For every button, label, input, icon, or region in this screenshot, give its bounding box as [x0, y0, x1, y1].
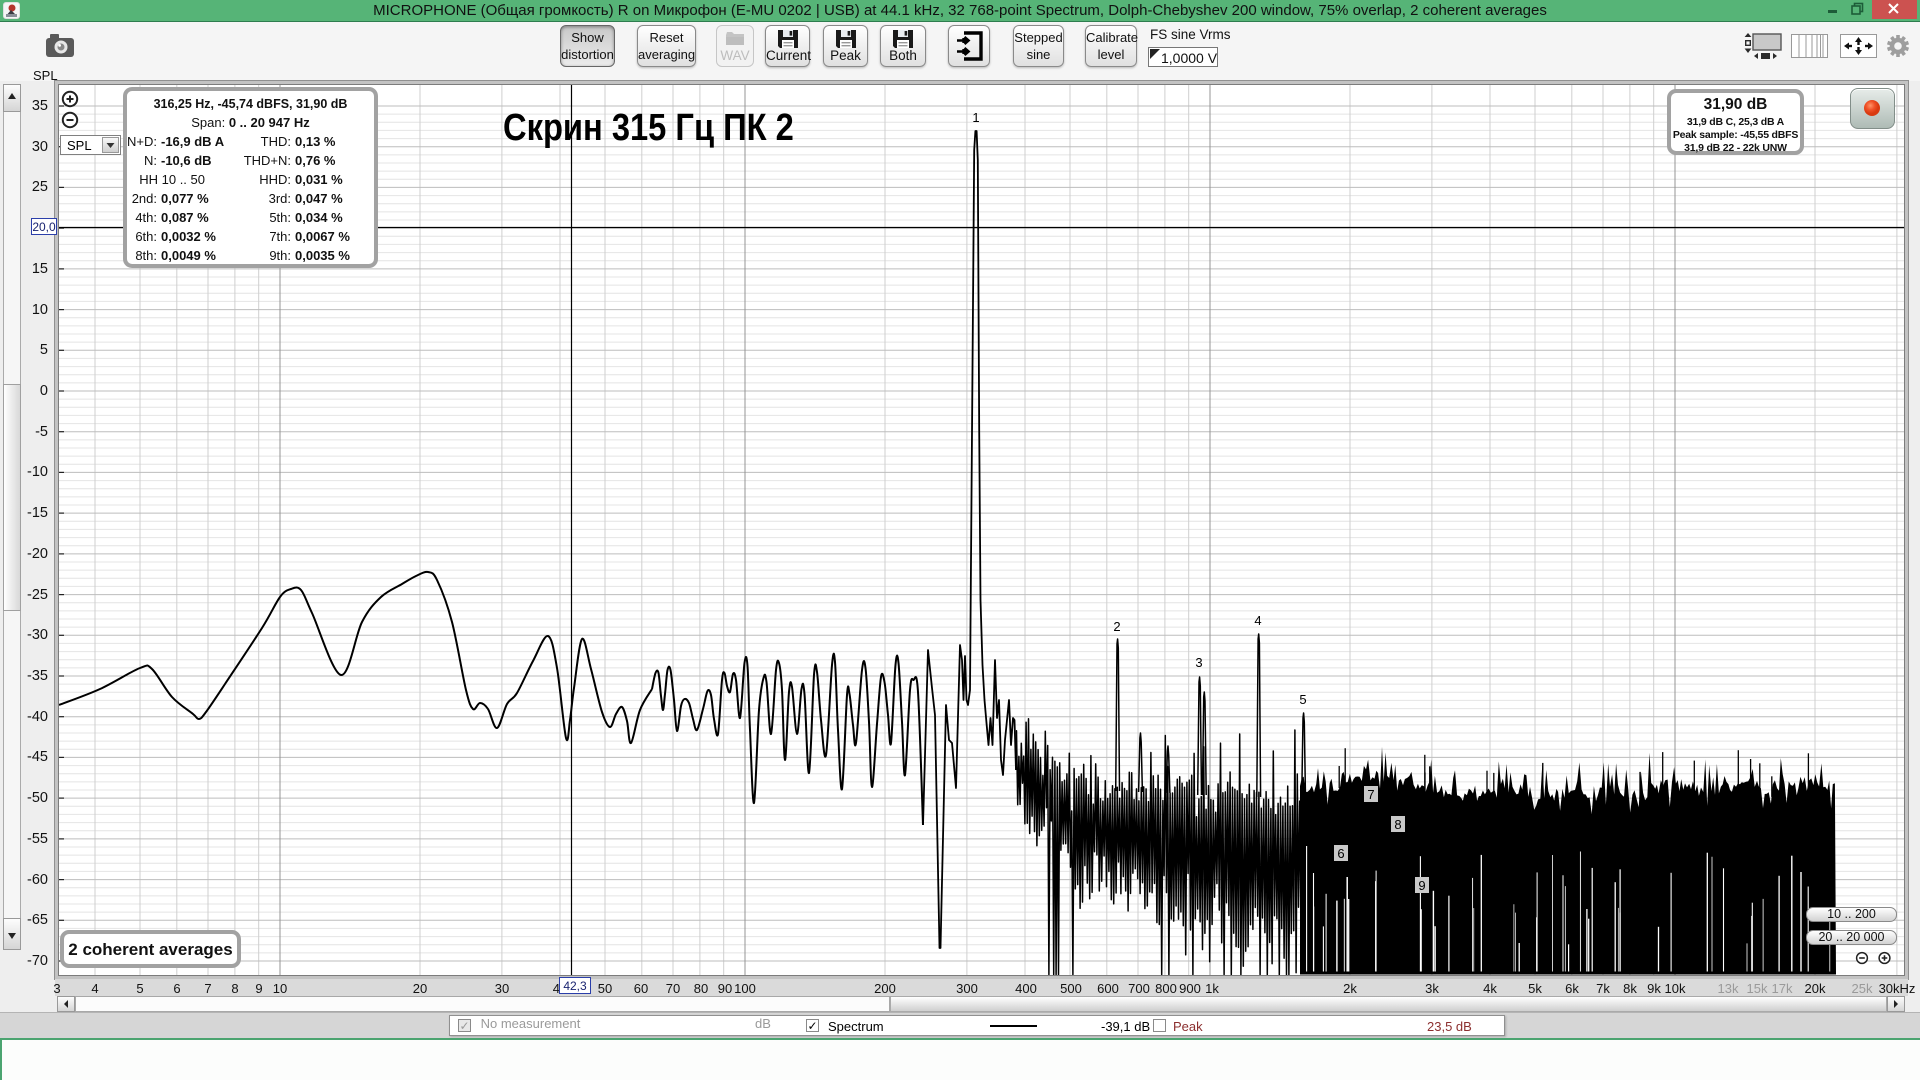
- svg-text:4: 4: [1254, 613, 1261, 628]
- svg-text:1: 1: [972, 110, 979, 125]
- svg-text:5: 5: [1299, 692, 1306, 707]
- svg-text:2: 2: [1113, 619, 1120, 634]
- svg-text:7: 7: [1367, 787, 1374, 802]
- svg-text:6: 6: [1337, 846, 1344, 861]
- svg-text:8: 8: [1394, 817, 1401, 832]
- svg-text:9: 9: [1418, 878, 1425, 893]
- svg-text:3: 3: [1195, 655, 1202, 670]
